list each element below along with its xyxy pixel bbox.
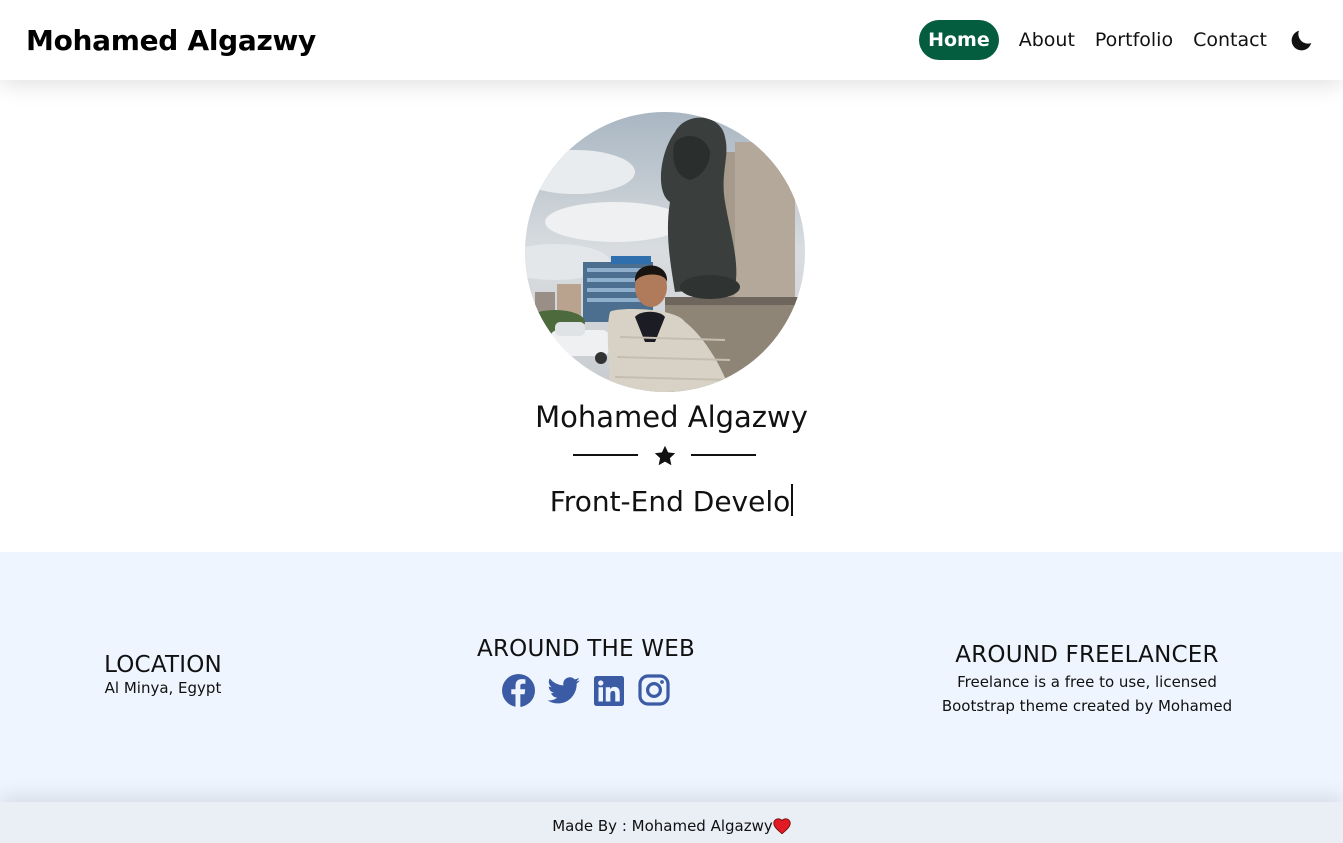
footer-text: Made By : Mohamed Algazwy: [552, 817, 773, 835]
nav-about[interactable]: About: [1009, 19, 1085, 61]
hero-name: Mohamed Algazwy: [535, 400, 808, 434]
nav-contact[interactable]: Contact: [1183, 19, 1277, 61]
moon-icon[interactable]: [1289, 26, 1317, 54]
instagram-icon[interactable]: [637, 674, 670, 707]
divider-line-right: [691, 454, 756, 456]
freelancer-line-2: Bootstrap theme created by Mohamed: [941, 697, 1233, 715]
freelancer-title: AROUND FREELANCER: [955, 642, 1219, 668]
star-icon: [654, 445, 676, 466]
brand-logo[interactable]: Mohamed Algazwy: [26, 24, 316, 57]
divider-line-left: [573, 454, 638, 456]
typing-role: Front-End Develo: [0, 484, 1343, 518]
heart-icon: [773, 818, 791, 834]
location-text: Al Minya, Egypt: [104, 679, 222, 697]
web-title: AROUND THE WEB: [477, 636, 695, 662]
web-column: AROUND THE WEB: [436, 636, 736, 707]
social-links: [436, 674, 736, 707]
location-title: LOCATION: [104, 652, 222, 678]
hero-section: Mohamed Algazwy Front-End Develo: [0, 80, 1343, 552]
role-text: Front-End Develo: [549, 485, 791, 518]
hero-divider: [573, 445, 756, 472]
typing-caret: [791, 484, 794, 516]
freelancer-line-1: Freelance is a free to use, licensed: [957, 673, 1217, 691]
main-nav: Home About Portfolio Contact: [919, 19, 1317, 61]
navbar: Mohamed Algazwy Home About Portfolio Con…: [0, 0, 1343, 80]
footer: Made By : Mohamed Algazwy: [0, 802, 1343, 843]
twitter-icon[interactable]: [547, 674, 580, 707]
nav-portfolio[interactable]: Portfolio: [1085, 19, 1183, 61]
facebook-icon[interactable]: [502, 674, 535, 707]
nav-home[interactable]: Home: [919, 20, 999, 60]
profile-photo: [525, 112, 805, 392]
linkedin-icon[interactable]: [592, 674, 625, 707]
location-column: LOCATION Al Minya, Egypt: [63, 652, 263, 696]
freelancer-column: AROUND FREELANCER Freelance is a free to…: [937, 642, 1237, 718]
freelancer-text: Freelance is a free to use, licensed Boot…: [937, 670, 1237, 718]
info-section: LOCATION Al Minya, Egypt AROUND THE WEB: [0, 552, 1343, 802]
